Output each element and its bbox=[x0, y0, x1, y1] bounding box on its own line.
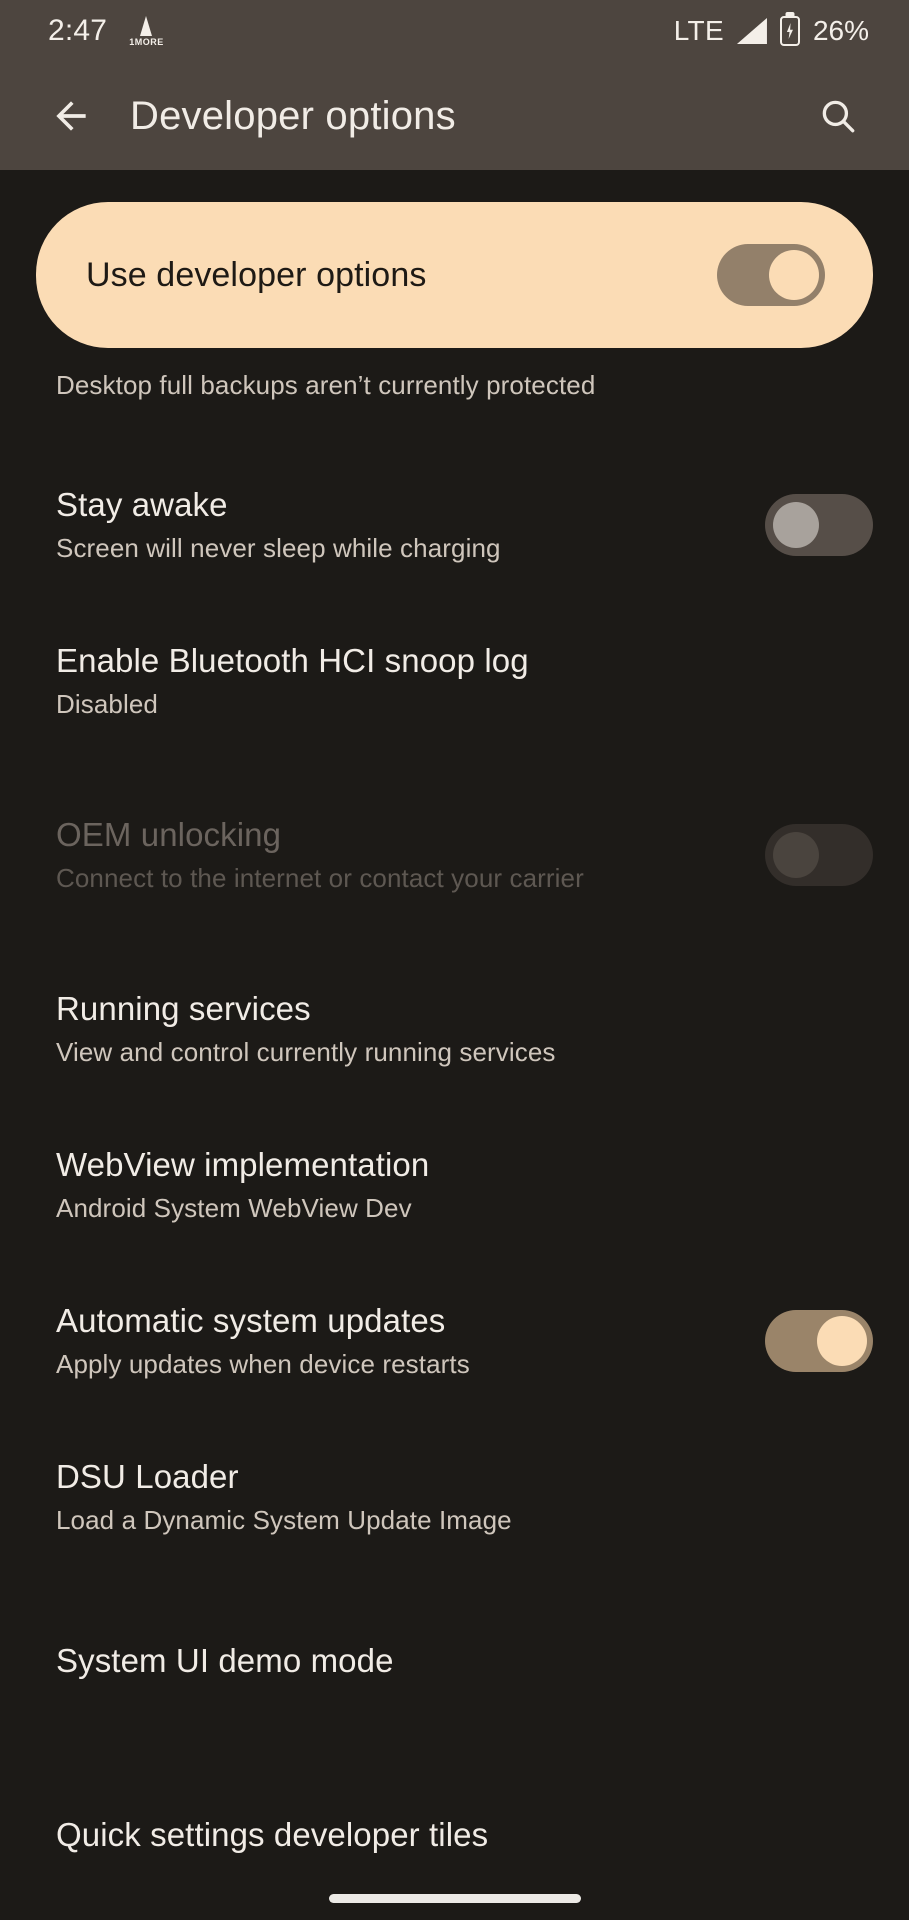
list-item-stay-awake[interactable]: Stay awake Screen will never sleep while… bbox=[0, 475, 909, 575]
list-item-title: DSU Loader bbox=[56, 1457, 239, 1495]
switch-knob bbox=[769, 250, 819, 300]
list-item-title: Enable Bluetooth HCI snoop log bbox=[56, 641, 529, 679]
battery-percent-label: 26% bbox=[812, 15, 869, 46]
list-item-title: Running services bbox=[56, 989, 311, 1027]
list-item-text: OEM unlocking Connect to the internet or… bbox=[56, 816, 765, 894]
use-developer-options-switch[interactable] bbox=[717, 244, 825, 306]
list-item-subtitle: Desktop full backups aren’t currently pr… bbox=[56, 370, 596, 400]
list-item-subtitle: Screen will never sleep while charging bbox=[56, 533, 501, 564]
list-item-webview-implementation[interactable]: WebView implementation Android System We… bbox=[0, 1135, 909, 1235]
network-type-label: LTE bbox=[673, 15, 724, 46]
list-item-text: Enable Bluetooth HCI snoop log Disabled bbox=[56, 642, 873, 720]
list-item-subtitle: View and control currently running servi… bbox=[56, 1037, 556, 1068]
settings-scroll-area[interactable]: Use developer options Desktop full backu… bbox=[0, 170, 909, 1920]
status-clock: 2:47 bbox=[48, 14, 108, 47]
list-item-title: Stay awake bbox=[56, 485, 228, 523]
oem-unlocking-switch bbox=[765, 824, 873, 887]
list-item-subtitle: Connect to the internet or contact your … bbox=[56, 863, 584, 894]
status-bar-right: LTE 26% bbox=[674, 15, 869, 47]
status-bar-left: 2:47 1MORE bbox=[48, 14, 164, 48]
list-item-title: System UI demo mode bbox=[56, 1642, 394, 1680]
list-item-text: WebView implementation Android System We… bbox=[56, 1146, 873, 1224]
list-item-system-ui-demo-mode[interactable]: System UI demo mode bbox=[0, 1611, 909, 1711]
phone-screen: 2:47 1MORE LTE 26% Developer options Use… bbox=[0, 0, 909, 1920]
list-item-oem-unlocking: OEM unlocking Connect to the internet or… bbox=[0, 805, 909, 905]
list-item-subtitle: Apply updates when device restarts bbox=[56, 1349, 470, 1380]
charging-bolt-icon bbox=[786, 23, 793, 39]
signal-bars-icon bbox=[736, 18, 767, 44]
automatic-system-updates-switch[interactable] bbox=[765, 1310, 873, 1373]
battery-charging-icon bbox=[779, 16, 800, 46]
1more-glyph bbox=[140, 15, 153, 36]
switch-knob bbox=[817, 1316, 867, 1367]
list-item-title: OEM unlocking bbox=[56, 815, 282, 853]
developer-options-list: Desktop full backups aren’t currently pr… bbox=[0, 358, 909, 1885]
list-item-running-services[interactable]: Running services View and control curren… bbox=[0, 979, 909, 1079]
status-bar: 2:47 1MORE LTE 26% bbox=[0, 0, 909, 62]
list-item-subtitle: Disabled bbox=[56, 689, 158, 720]
list-item-title: Quick settings developer tiles bbox=[56, 1816, 489, 1854]
list-item-subtitle: Load a Dynamic System Update Image bbox=[56, 1505, 512, 1536]
list-item-text: Stay awake Screen will never sleep while… bbox=[56, 486, 765, 564]
arrow-back-icon[interactable] bbox=[34, 79, 108, 153]
list-item-title: WebView implementation bbox=[56, 1145, 430, 1183]
1more-notification-icon: 1MORE bbox=[129, 15, 164, 47]
use-developer-options-label: Use developer options bbox=[86, 255, 427, 294]
1more-notification-label: 1MORE bbox=[129, 36, 164, 47]
switch-knob bbox=[773, 832, 819, 879]
stay-awake-switch[interactable] bbox=[765, 494, 873, 557]
home-gesture-pill[interactable] bbox=[328, 1893, 581, 1903]
list-item-text: Quick settings developer tiles bbox=[56, 1816, 873, 1854]
list-item-text: System UI demo mode bbox=[56, 1642, 873, 1680]
list-item-title: Automatic system updates bbox=[56, 1301, 446, 1339]
list-item-quick-settings-developer-tiles[interactable]: Quick settings developer tiles bbox=[0, 1785, 909, 1885]
app-bar: Developer options bbox=[0, 62, 909, 170]
list-item-text: Running services View and control curren… bbox=[56, 990, 873, 1068]
list-item-automatic-system-updates[interactable]: Automatic system updates Apply updates w… bbox=[0, 1291, 909, 1391]
list-item-subtitle: Android System WebView Dev bbox=[56, 1193, 412, 1224]
list-item-text: Automatic system updates Apply updates w… bbox=[56, 1302, 765, 1380]
list-item-enable-bluetooth-hci-snoop-log[interactable]: Enable Bluetooth HCI snoop log Disabled bbox=[0, 631, 909, 731]
list-item-text: Desktop full backups aren’t currently pr… bbox=[56, 370, 873, 401]
switch-knob bbox=[773, 502, 819, 549]
list-item-text: DSU Loader Load a Dynamic System Update … bbox=[56, 1458, 873, 1536]
list-item[interactable]: Desktop full backups aren’t currently pr… bbox=[0, 358, 909, 401]
use-developer-options-card[interactable]: Use developer options bbox=[36, 202, 873, 348]
list-item-dsu-loader[interactable]: DSU Loader Load a Dynamic System Update … bbox=[0, 1447, 909, 1547]
page-title: Developer options bbox=[130, 93, 456, 138]
search-icon[interactable] bbox=[801, 79, 875, 153]
